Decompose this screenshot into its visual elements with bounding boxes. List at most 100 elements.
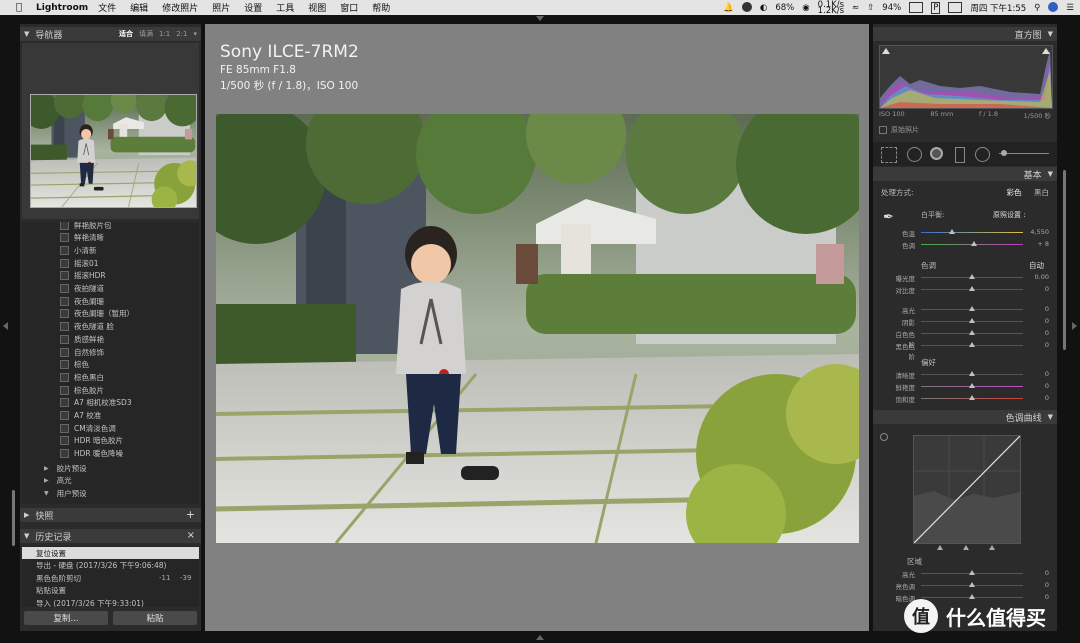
- collapse-triangle-icon[interactable]: ▼: [1048, 30, 1053, 38]
- slider-knob[interactable]: [969, 306, 975, 311]
- slider-value[interactable]: 0: [1019, 581, 1049, 589]
- history-item[interactable]: 黑色色阶剪切 -11 -39: [22, 572, 199, 584]
- wifi-icon[interactable]: ≈: [852, 3, 859, 13]
- history-header[interactable]: ▼ 历史记录 ×: [20, 529, 201, 543]
- preset-item[interactable]: 棕色: [60, 359, 89, 371]
- slider-knob[interactable]: [948, 229, 955, 234]
- collapse-triangle-icon[interactable]: ▼: [1048, 170, 1053, 178]
- p-icon[interactable]: P: [931, 1, 941, 14]
- navigator-header[interactable]: ▼ 导航器 适合 填满 1:1 2:1 ▾: [20, 27, 201, 41]
- radial-filter-icon[interactable]: [975, 147, 990, 162]
- preset-item[interactable]: 质感鲜艳: [60, 333, 104, 345]
- slider-track[interactable]: [921, 232, 1023, 233]
- preset-item[interactable]: 夜色隧道 脸: [60, 321, 114, 333]
- history-item[interactable]: 导入 (2017/3/26 下午9:33:01): [22, 597, 199, 608]
- slider-knob[interactable]: [969, 318, 975, 323]
- tone-curve-graph[interactable]: [913, 435, 1021, 544]
- histogram-graph[interactable]: [879, 45, 1053, 109]
- expand-triangle-icon[interactable]: ▶: [44, 477, 49, 484]
- slider-value[interactable]: 0.00: [1019, 273, 1049, 281]
- target-adjust-icon[interactable]: [880, 433, 888, 441]
- add-snapshot-button[interactable]: +: [186, 508, 195, 522]
- histogram-header[interactable]: 直方图 ▼: [873, 27, 1057, 41]
- slider-knob[interactable]: [969, 582, 975, 587]
- app-menu[interactable]: Lightroom: [36, 3, 88, 13]
- preset-item[interactable]: 摇滚01: [60, 257, 99, 269]
- slider-knob[interactable]: [969, 330, 975, 335]
- slider-knob[interactable]: [969, 383, 975, 388]
- keyboard-icon[interactable]: [948, 2, 963, 13]
- preset-item[interactable]: 夜色阑珊（暂用）: [60, 308, 134, 320]
- slider-knob[interactable]: [969, 371, 975, 376]
- split-point-3-icon[interactable]: [989, 545, 995, 550]
- preset-folder[interactable]: ▶ 胶片预设: [44, 462, 87, 474]
- main-photo[interactable]: [216, 114, 859, 543]
- tone-curve-header[interactable]: 色调曲线 ▼: [873, 410, 1057, 424]
- white-balance-picker-icon[interactable]: ✒: [883, 210, 894, 225]
- highlight-clipping-icon[interactable]: [1042, 48, 1050, 54]
- menu-help[interactable]: 帮助: [372, 1, 390, 14]
- left-scrollbar[interactable]: [12, 490, 15, 546]
- menu-settings[interactable]: 设置: [244, 1, 262, 14]
- spot-removal-icon[interactable]: [907, 147, 922, 162]
- battery-icon[interactable]: [909, 2, 924, 13]
- menu-view[interactable]: 视图: [308, 1, 326, 14]
- treatment-color[interactable]: 彩色: [1007, 188, 1022, 197]
- preset-item[interactable]: 棕色黑白: [60, 371, 104, 383]
- preset-folder[interactable]: ▼ 用户预设: [44, 487, 87, 499]
- navigator-thumbnail[interactable]: [30, 94, 197, 208]
- nav-mode-fill[interactable]: 填满: [139, 29, 153, 39]
- basic-header[interactable]: 基本 ▼: [873, 167, 1057, 181]
- slider-value[interactable]: 0: [1019, 341, 1049, 349]
- preset-item[interactable]: 摇滚HDR: [60, 270, 106, 282]
- bottom-panel-toggle-icon[interactable]: [536, 635, 544, 640]
- red-eye-icon[interactable]: [930, 147, 943, 160]
- preset-item[interactable]: 夜色阑珊: [60, 295, 104, 307]
- copy-settings-button[interactable]: 复制...: [24, 611, 108, 625]
- nav-mode-fit[interactable]: 适合: [119, 29, 133, 39]
- menu-window[interactable]: 窗口: [340, 1, 358, 14]
- slider-knob[interactable]: [969, 274, 975, 279]
- preset-item[interactable]: 夜拍隧道: [60, 283, 104, 295]
- shadow-clipping-icon[interactable]: [882, 48, 890, 54]
- clear-history-button[interactable]: ×: [187, 529, 195, 543]
- bell-icon[interactable]: 🔔: [723, 3, 734, 13]
- crop-tool-icon[interactable]: [881, 147, 897, 163]
- original-checkbox[interactable]: [879, 126, 887, 134]
- paste-settings-button[interactable]: 粘贴: [113, 611, 197, 625]
- preset-item[interactable]: CM清淡色调: [60, 422, 116, 434]
- collapse-triangle-icon[interactable]: ▼: [24, 30, 29, 38]
- record-icon[interactable]: ◉: [802, 3, 809, 13]
- preset-item[interactable]: 鲜艳胶片包: [60, 222, 112, 231]
- menu-tools[interactable]: 工具: [276, 1, 294, 14]
- preset-item[interactable]: 鲜艳清晰: [60, 232, 104, 244]
- split-point-1-icon[interactable]: [937, 545, 943, 550]
- nav-mode-dropdown-icon[interactable]: ▾: [193, 30, 197, 38]
- right-panel-toggle-icon[interactable]: [1072, 322, 1077, 330]
- slider-value[interactable]: 0: [1019, 394, 1049, 402]
- slider-value[interactable]: 0: [1019, 382, 1049, 390]
- apple-icon[interactable]: : [12, 2, 26, 13]
- preset-item[interactable]: HDR 暖色降噪: [60, 448, 123, 460]
- expand-triangle-icon[interactable]: ▶: [44, 465, 49, 472]
- slider-value[interactable]: 0: [1019, 370, 1049, 378]
- slider-value[interactable]: 0: [1019, 569, 1049, 577]
- list-icon[interactable]: ☰: [1066, 3, 1074, 13]
- split-point-2-icon[interactable]: [963, 545, 969, 550]
- nav-mode-1to1[interactable]: 1:1: [159, 30, 170, 38]
- slider-knob[interactable]: [971, 241, 978, 246]
- slider-value[interactable]: 4,550: [1019, 228, 1049, 236]
- preset-item[interactable]: HDR 暗色胶片: [60, 435, 123, 447]
- slider-knob[interactable]: [969, 570, 975, 575]
- menu-edit[interactable]: 编辑: [130, 1, 148, 14]
- expand-triangle-icon[interactable]: ▶: [24, 511, 29, 519]
- preset-item[interactable]: 小清新: [60, 244, 97, 256]
- history-item[interactable]: 复位设置: [22, 547, 199, 559]
- graduated-filter-icon[interactable]: [955, 147, 965, 163]
- slider-value[interactable]: + 8: [1019, 240, 1049, 248]
- top-panel-toggle-icon[interactable]: [536, 16, 544, 21]
- search-icon[interactable]: ⚲: [1034, 3, 1040, 13]
- menu-photo[interactable]: 照片: [212, 1, 230, 14]
- menu-file[interactable]: 文件: [98, 1, 116, 14]
- clock[interactable]: 周四 下午1:55: [970, 2, 1026, 14]
